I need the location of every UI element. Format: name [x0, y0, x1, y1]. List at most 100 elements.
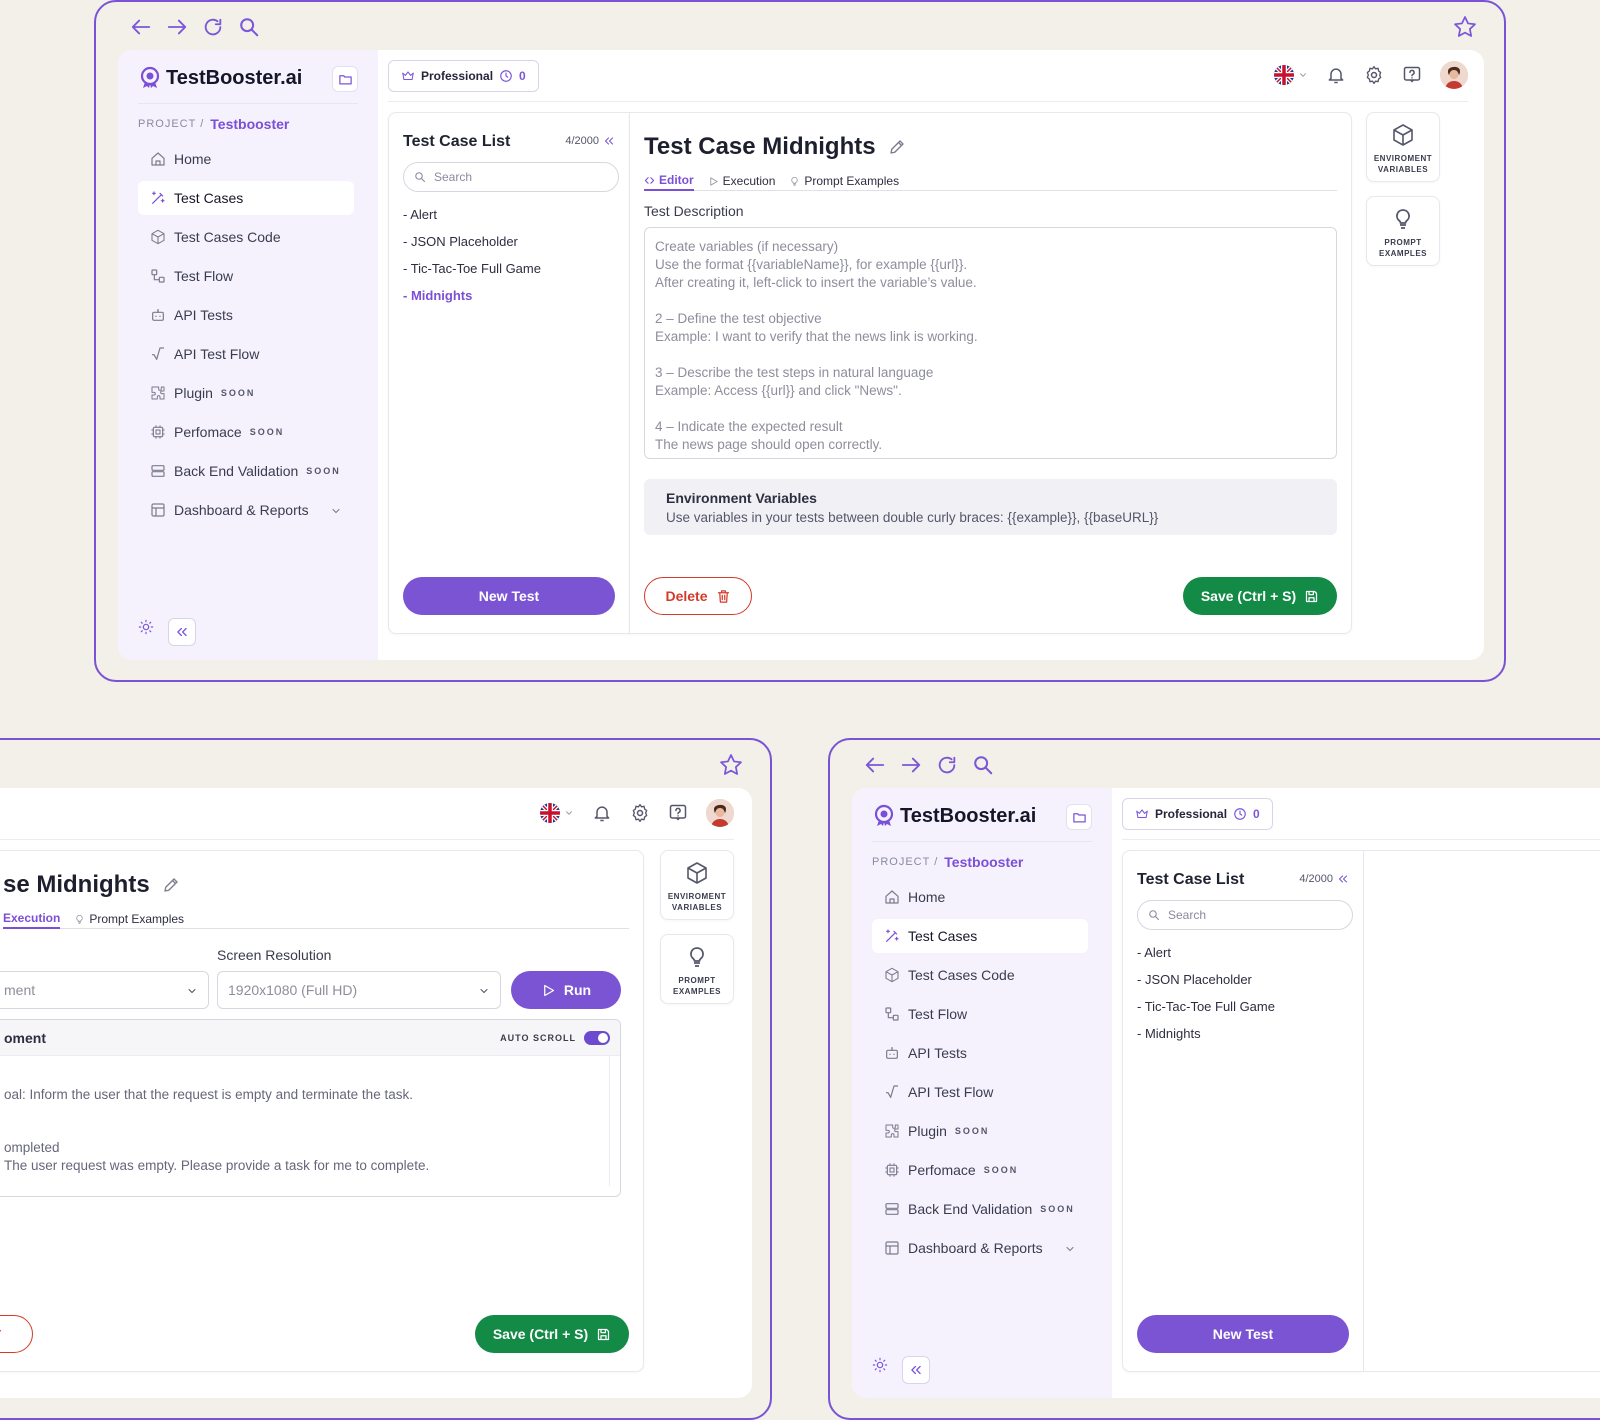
delete-button[interactable]: Delete — [644, 577, 752, 615]
brand-logo[interactable]: TestBooster.ai — [138, 66, 302, 90]
sidebar-item-home[interactable]: Home — [872, 880, 1088, 914]
list-item[interactable]: - Tic-Tac-Toe Full Game — [403, 261, 541, 288]
sidebar-item-test-cases[interactable]: Test Cases — [872, 919, 1088, 953]
tab-editor[interactable]: Editor — [644, 171, 694, 191]
sidebar-item-label: API Tests — [908, 1045, 967, 1061]
tab-prompt-examples[interactable]: Prompt Examples — [74, 909, 184, 929]
search-icon[interactable] — [238, 16, 260, 38]
sidebar-item-plugin[interactable]: Plugin SOON — [138, 376, 354, 410]
list-count-value: 4/2000 — [565, 135, 599, 147]
project-name-link[interactable]: Testbooster — [210, 116, 289, 132]
bell-icon[interactable] — [592, 803, 612, 823]
reload-icon[interactable] — [202, 16, 224, 38]
help-icon[interactable] — [668, 803, 688, 823]
chevron-down-icon[interactable] — [1064, 1242, 1076, 1258]
save-button[interactable]: Save (Ctrl + S) — [1183, 577, 1337, 615]
new-test-button[interactable]: New Test — [1137, 1315, 1349, 1353]
sidebar-item-test-cases-code[interactable]: Test Cases Code — [138, 220, 354, 254]
sidebar-item-back-end-validation[interactable]: Back End Validation SOON — [138, 454, 354, 488]
list-item[interactable]: - Tic-Tac-Toe Full Game — [1137, 999, 1275, 1026]
gear-icon[interactable] — [1364, 65, 1384, 85]
tab-execution[interactable]: Execution — [708, 171, 775, 191]
collapse-sidebar-button[interactable] — [168, 618, 196, 646]
forward-arrow-icon[interactable] — [900, 754, 922, 776]
chevron-down-icon[interactable] — [330, 504, 342, 520]
environment-variables-button[interactable]: ENVIROMENT VARIABLES — [660, 850, 734, 920]
tab-execution[interactable]: Execution — [3, 909, 61, 929]
forward-arrow-icon[interactable] — [166, 16, 188, 38]
theme-toggle-sun-icon[interactable] — [872, 1357, 888, 1378]
bell-icon[interactable] — [1326, 65, 1346, 85]
avatar[interactable] — [1440, 61, 1468, 89]
screen-resolution-select[interactable]: 1920x1080 (Full HD) — [217, 971, 501, 1009]
reload-icon[interactable] — [936, 754, 958, 776]
bookmark-star-icon[interactable] — [718, 752, 744, 783]
environment-variables-button[interactable]: ENVIROMENT VARIABLES — [1366, 112, 1440, 182]
test-description-textarea[interactable]: Create variables (if necessary) Use the … — [644, 227, 1337, 459]
sidebar-item-dashboard-reports[interactable]: Dashboard & Reports — [138, 493, 354, 527]
prompt-examples-button[interactable]: PROMPT EXAMPLES — [660, 934, 734, 1004]
sidebar-item-test-flow[interactable]: Test Flow — [872, 997, 1088, 1031]
double-chevron-left-icon[interactable] — [1337, 873, 1349, 885]
list-item[interactable]: - Alert — [403, 207, 541, 234]
sidebar-item-test-cases[interactable]: Test Cases — [138, 181, 354, 215]
auto-scroll-toggle[interactable] — [584, 1031, 610, 1045]
folder-button[interactable] — [1066, 804, 1092, 830]
env-card-label: ENVIROMENT VARIABLES — [667, 892, 727, 912]
sidebar-item-test-flow[interactable]: Test Flow — [138, 259, 354, 293]
tab-prompt-examples[interactable]: Prompt Examples — [789, 171, 899, 191]
back-arrow-icon[interactable] — [864, 754, 886, 776]
avatar[interactable] — [706, 799, 734, 827]
sidebar-item-performance[interactable]: Perfomace SOON — [138, 415, 354, 449]
sidebar-item-test-cases-code[interactable]: Test Cases Code — [872, 958, 1088, 992]
gear-icon[interactable] — [630, 803, 650, 823]
back-arrow-icon[interactable] — [130, 16, 152, 38]
folder-button[interactable] — [332, 66, 358, 92]
pencil-icon[interactable] — [888, 138, 906, 156]
collapse-sidebar-button[interactable] — [902, 1356, 930, 1384]
search-input[interactable]: Search — [403, 162, 619, 192]
sidebar-item-back-end-validation[interactable]: Back End Validation SOON — [872, 1192, 1088, 1226]
list-item[interactable]: - Midnights — [1137, 1026, 1275, 1053]
chevron-down-icon — [1298, 70, 1308, 80]
sidebar-item-api-tests[interactable]: API Tests — [872, 1036, 1088, 1070]
sidebar-item-label: API Test Flow — [174, 346, 260, 362]
bookmark-star-icon[interactable] — [1452, 14, 1478, 45]
pencil-icon[interactable] — [162, 876, 180, 894]
sidebar-item-performance[interactable]: Perfomace SOON — [872, 1153, 1088, 1187]
plan-badge[interactable]: Professional 0 — [1122, 798, 1273, 830]
sidebar-item-label: Home — [174, 151, 212, 167]
environment-select[interactable]: ment — [0, 971, 209, 1009]
run-button[interactable]: Run — [511, 971, 621, 1009]
list-item[interactable]: - JSON Placeholder — [1137, 972, 1275, 999]
sidebar-item-dashboard-reports[interactable]: Dashboard & Reports — [872, 1231, 1088, 1265]
language-selector[interactable] — [540, 803, 574, 823]
language-selector[interactable] — [1274, 65, 1308, 85]
double-chevron-left-icon[interactable] — [603, 135, 615, 147]
brand-logo[interactable]: TestBooster.ai — [872, 804, 1036, 828]
chevron-down-icon — [478, 984, 490, 1000]
delete-button[interactable] — [0, 1315, 33, 1353]
theme-toggle-sun-icon[interactable] — [138, 619, 154, 640]
project-name-link[interactable]: Testbooster — [944, 854, 1023, 870]
plan-badge[interactable]: Professional 0 — [388, 60, 539, 92]
soon-badge: SOON — [983, 1165, 1019, 1175]
search-icon[interactable] — [972, 754, 994, 776]
sidebar-item-home[interactable]: Home — [138, 142, 354, 176]
list-item[interactable]: - Alert — [1137, 945, 1275, 972]
search-input[interactable]: Search — [1137, 900, 1353, 930]
save-label: Save (Ctrl + S) — [1200, 588, 1297, 604]
list-item-selected[interactable]: - Midnights — [403, 288, 541, 315]
sidebar-nav: Home Test Cases Test Cases Code Test Flo… — [138, 142, 354, 532]
log-scrollbar[interactable] — [609, 1056, 610, 1186]
prompt-examples-button[interactable]: PROMPT EXAMPLES — [1366, 196, 1440, 266]
sidebar-item-api-tests[interactable]: API Tests — [138, 298, 354, 332]
sidebar-item-api-test-flow[interactable]: API Test Flow — [872, 1075, 1088, 1109]
new-test-button[interactable]: New Test — [403, 577, 615, 615]
help-icon[interactable] — [1402, 65, 1422, 85]
save-button[interactable]: Save (Ctrl + S) — [475, 1315, 629, 1353]
test-case-list-panel: Test Case List 4/2000 Search - Alert - J… — [1122, 850, 1363, 1372]
list-item[interactable]: - JSON Placeholder — [403, 234, 541, 261]
sidebar-item-plugin[interactable]: Plugin SOON — [872, 1114, 1088, 1148]
sidebar-item-api-test-flow[interactable]: API Test Flow — [138, 337, 354, 371]
